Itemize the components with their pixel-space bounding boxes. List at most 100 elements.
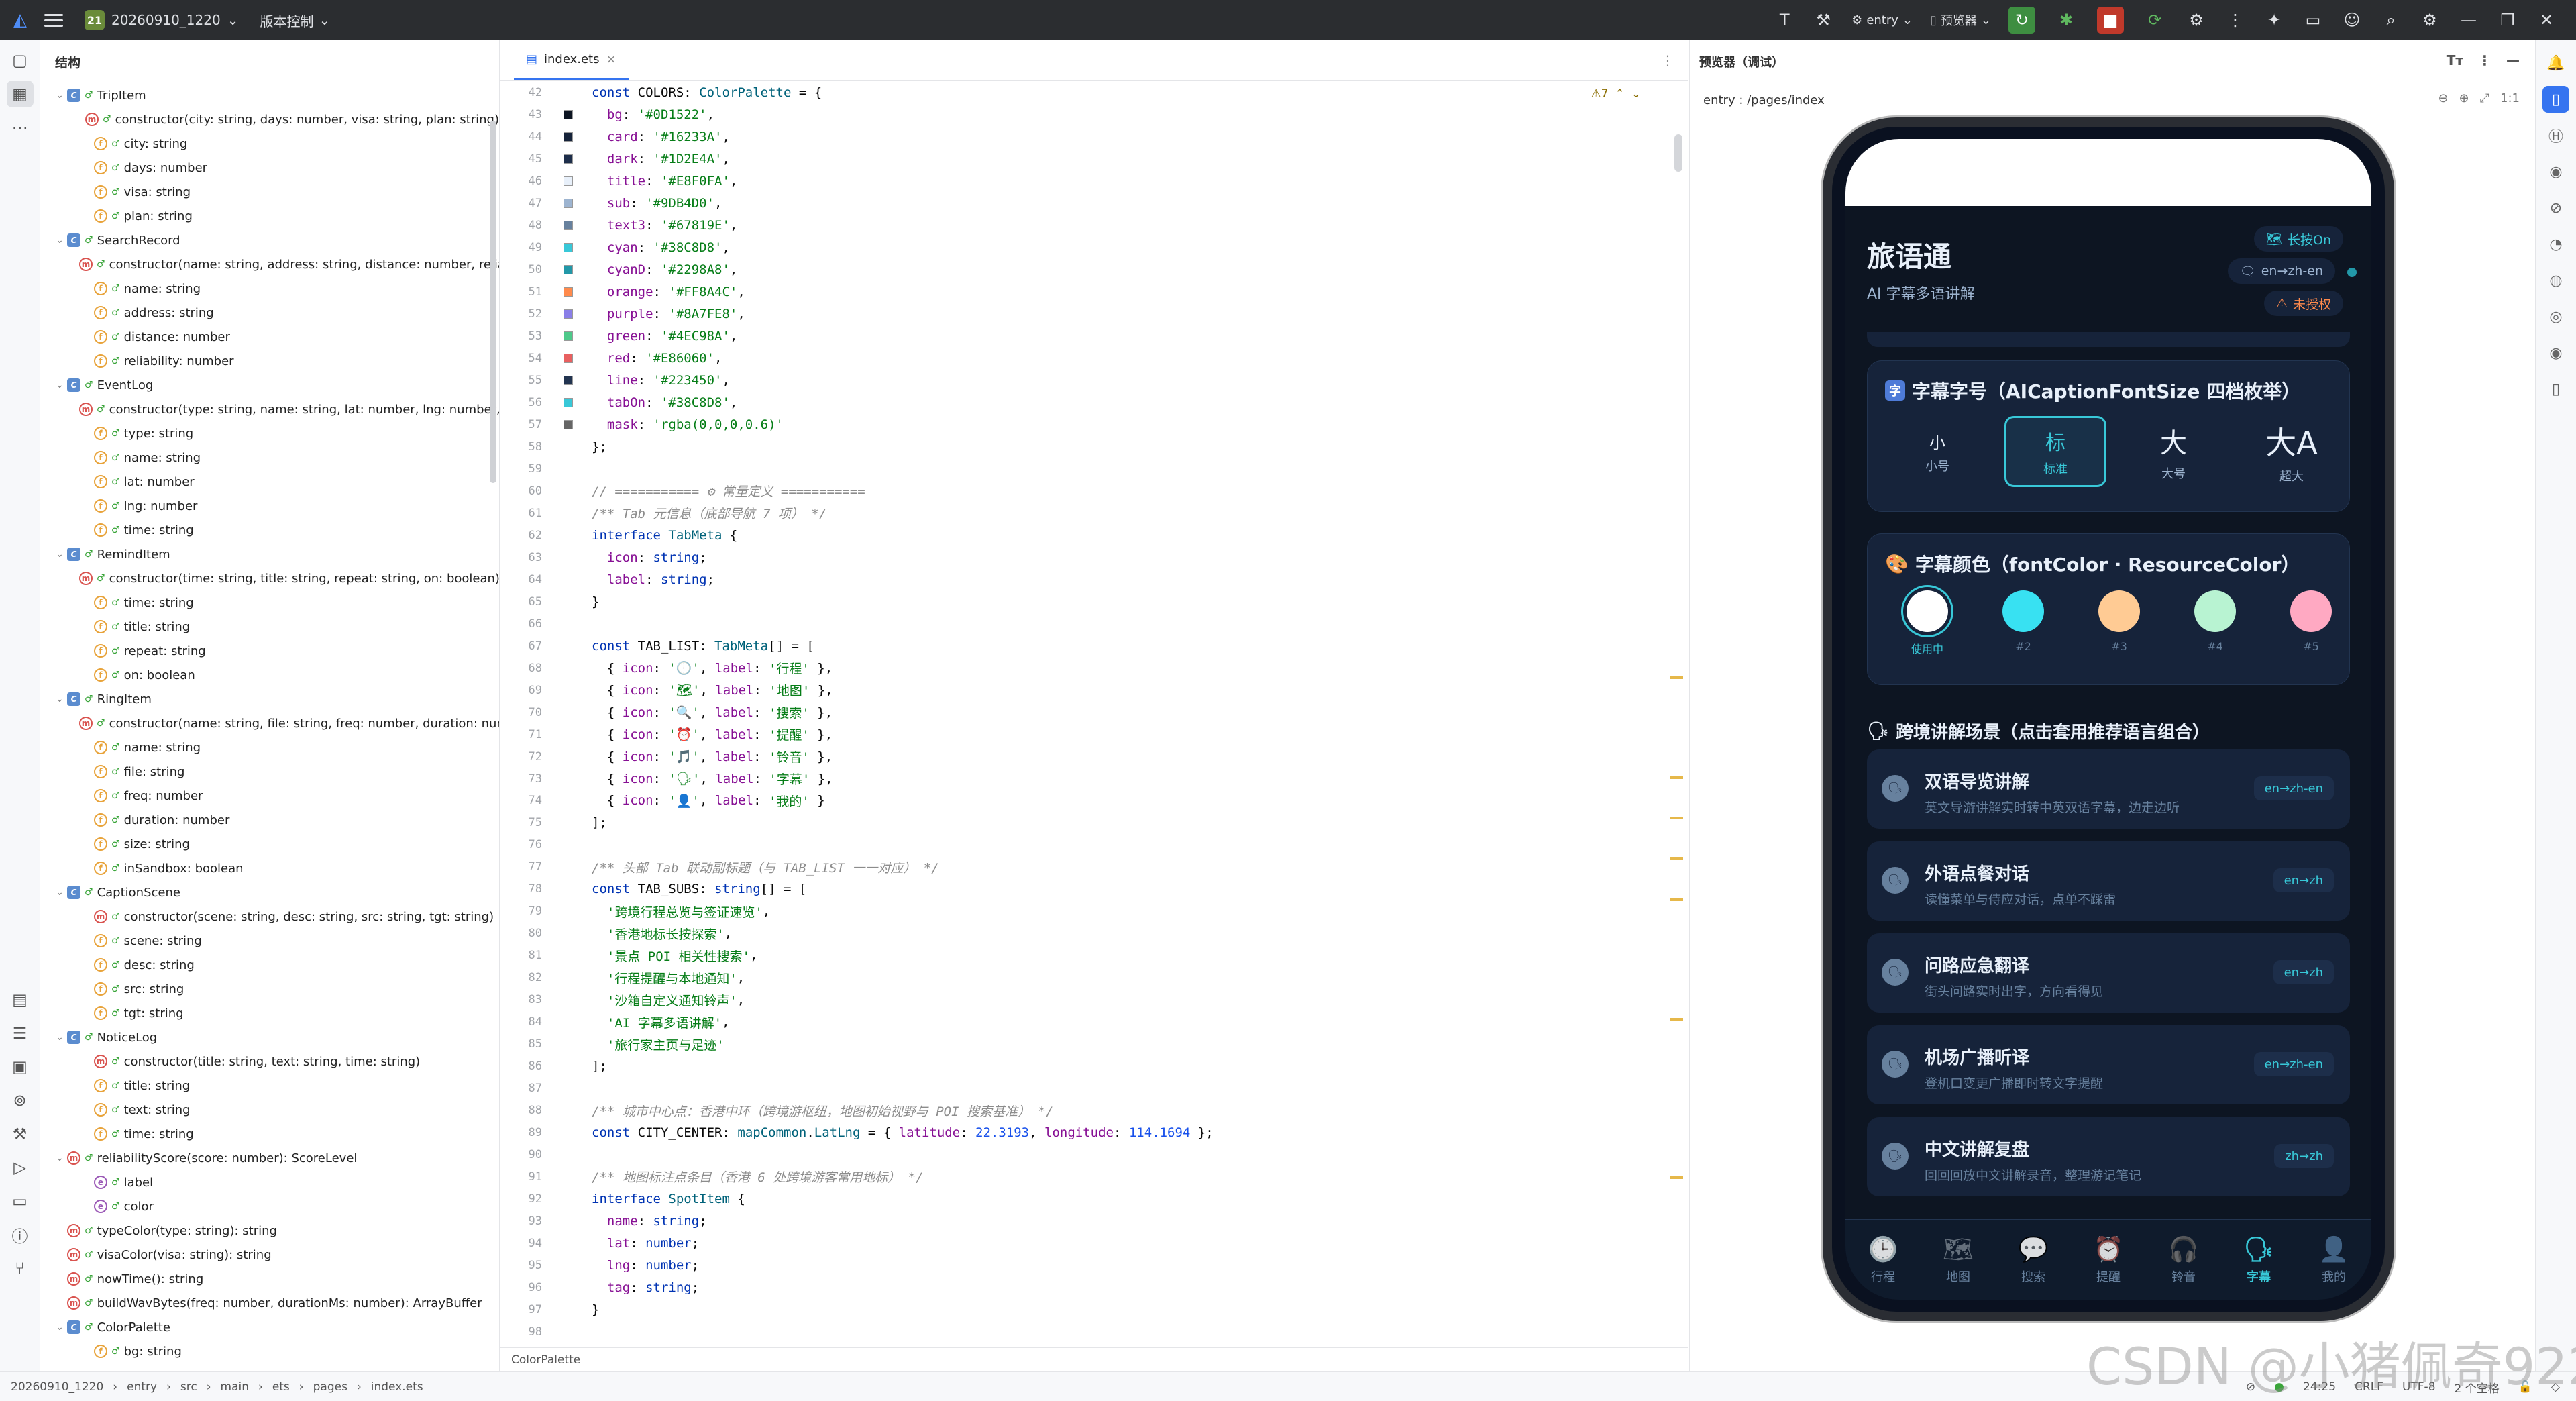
- code-line[interactable]: 42 const COLORS: ColorPalette = {: [500, 82, 1688, 104]
- gradle-icon[interactable]: ◔: [2542, 231, 2569, 258]
- code-line[interactable]: 93 name: string;: [500, 1210, 1688, 1232]
- stop-button[interactable]: ■: [2097, 7, 2124, 34]
- gear-icon[interactable]: ⚙: [2419, 11, 2440, 30]
- code-line[interactable]: 81 '景点 POI 相关性搜索',: [500, 945, 1688, 967]
- layers-icon[interactable]: ☰: [7, 1020, 34, 1047]
- code-line[interactable]: 54 red: '#E86060',: [500, 348, 1688, 370]
- color-swatch-icon[interactable]: [564, 420, 573, 430]
- nav-item-4[interactable]: 🎧 铃音: [2146, 1220, 2221, 1300]
- tree-row[interactable]: f ♂ plan: string: [40, 204, 499, 228]
- code-line[interactable]: 70 { icon: '🔍', label: '搜索' },: [500, 701, 1688, 723]
- color-swatch-icon[interactable]: [564, 331, 573, 342]
- code-line[interactable]: 46 title: '#E8F0FA',: [500, 170, 1688, 193]
- code-line[interactable]: 77 /** 头部 Tab 联动副标题（与 TAB_LIST 一一对应） */: [500, 856, 1688, 878]
- chevron-icon[interactable]: ⌄: [52, 549, 67, 560]
- code-line[interactable]: 69 { icon: '🗺', label: '地图' },: [500, 679, 1688, 701]
- hammer-icon[interactable]: ⚒: [1813, 11, 1834, 30]
- code-line[interactable]: 76: [500, 834, 1688, 856]
- account-icon[interactable]: ☺: [2341, 11, 2363, 30]
- language-pill[interactable]: 🗨 en→zh-en: [2227, 258, 2335, 284]
- tree-row[interactable]: f ♂ address: string: [40, 301, 499, 325]
- code-line[interactable]: 97}: [500, 1298, 1688, 1320]
- code-line[interactable]: 94 lat: number;: [500, 1232, 1688, 1254]
- tree-row[interactable]: m ♂ constructor(time: string, title: strin…: [40, 566, 499, 590]
- status-crumb[interactable]: entry: [127, 1380, 157, 1394]
- tree-row[interactable]: e ♂ label: [40, 1170, 499, 1194]
- minimize-icon[interactable]: —: [2458, 11, 2479, 30]
- more-icon[interactable]: ⋮: [2478, 52, 2491, 68]
- code-area[interactable]: 42 const COLORS: ColorPalette = {43 bg: '…: [500, 82, 1688, 1343]
- tree-row[interactable]: f ♂ time: string: [40, 590, 499, 615]
- color-swatch-icon[interactable]: [564, 398, 573, 408]
- editor-scrollbar[interactable]: [1674, 134, 1682, 172]
- auth-pill[interactable]: ⚠ 未授权: [2263, 291, 2343, 316]
- color-swatch-icon[interactable]: [564, 265, 573, 275]
- code-line[interactable]: 60 // =========== ⚙ 常量定义 ===========: [500, 480, 1688, 502]
- code-line[interactable]: 65}: [500, 590, 1688, 613]
- scene-item[interactable]: 🗣 中文讲解复盘 回回回放中文讲解录音，整理游记笔记 zh→zh: [1867, 1117, 2350, 1196]
- color-swatch-icon[interactable]: [564, 221, 573, 231]
- tree-row[interactable]: f ♂ inSandbox: boolean: [40, 856, 499, 880]
- color-swatch-3[interactable]: [2194, 590, 2236, 632]
- code-line[interactable]: 84 'AI 字幕多语讲解',: [500, 1011, 1688, 1033]
- code-line[interactable]: 64 label: string;: [500, 568, 1688, 590]
- tree-row[interactable]: f ♂ desc: string: [40, 953, 499, 977]
- device-file-icon[interactable]: ⊘: [2542, 195, 2569, 221]
- chevron-icon[interactable]: ⌄: [52, 1032, 67, 1043]
- code-line[interactable]: 59: [500, 458, 1688, 480]
- code-line[interactable]: 62 interface TabMeta {: [500, 524, 1688, 546]
- code-line[interactable]: 78 const TAB_SUBS: string[] = [: [500, 878, 1688, 900]
- debug-icon[interactable]: ✱: [2053, 7, 2080, 34]
- chevron-icon[interactable]: ⌄: [52, 694, 67, 705]
- code-line[interactable]: 83 '沙箱自定义通知铃声',: [500, 989, 1688, 1011]
- tree-row[interactable]: f ♂ days: number: [40, 156, 499, 180]
- tree-row[interactable]: m ♂ constructor(scene: string, desc: strin…: [40, 904, 499, 929]
- build-icon[interactable]: ⚒: [7, 1121, 34, 1147]
- color-swatch-icon[interactable]: [564, 176, 573, 187]
- restore-icon[interactable]: ❐: [2497, 11, 2518, 30]
- color-swatch-icon[interactable]: [564, 132, 573, 142]
- color-swatch-4[interactable]: [2290, 590, 2332, 632]
- font-size-option-3[interactable]: 大A 超大: [2241, 416, 2343, 487]
- code-line[interactable]: 91 /** 地图标注点条目（香港 6 处跨境游客常用地标） */: [500, 1165, 1688, 1188]
- tree-row[interactable]: f ♂ time: string: [40, 518, 499, 542]
- code-line[interactable]: 55 line: '#223450',: [500, 370, 1688, 392]
- harmony-icon[interactable]: Ⓗ: [2542, 122, 2569, 149]
- tree-row[interactable]: f ♂ reliability: number: [40, 349, 499, 373]
- code-line[interactable]: 48 text3: '#67819E',: [500, 215, 1688, 237]
- code-line[interactable]: 82 '行程提醒与本地通知',: [500, 967, 1688, 989]
- tree-row[interactable]: ⌄ C ♂ SearchRecord: [40, 228, 499, 252]
- project-view-icon[interactable]: ▢: [7, 47, 34, 74]
- change-marker[interactable]: [1670, 1018, 1683, 1021]
- tree-row[interactable]: ⌄ C ♂ NoticeLog: [40, 1025, 499, 1049]
- code-line[interactable]: 43 bg: '#0D1522',: [500, 104, 1688, 126]
- database-icon[interactable]: ◍: [2542, 267, 2569, 294]
- tree-row[interactable]: m ♂ constructor(type: string, name: string…: [40, 397, 499, 421]
- color-swatch-icon[interactable]: [564, 243, 573, 253]
- code-line[interactable]: 44 card: '#16233A',: [500, 126, 1688, 148]
- profiler-icon[interactable]: ⚙: [2186, 11, 2207, 30]
- tree-row[interactable]: f ♂ freq: number: [40, 784, 499, 808]
- code-line[interactable]: 92 interface SpotItem {: [500, 1188, 1688, 1210]
- tree-row[interactable]: m ♂ constructor(name: string, file: string…: [40, 711, 499, 735]
- nav-item-0[interactable]: 🕒 行程: [1845, 1220, 1921, 1300]
- tree-row[interactable]: f ♂ text: string: [40, 1098, 499, 1122]
- change-marker[interactable]: [1670, 898, 1683, 901]
- font-size-option-2[interactable]: 大大号: [2123, 416, 2224, 487]
- code-line[interactable]: 58};: [500, 436, 1688, 458]
- tree-row[interactable]: f ♂ tgt: string: [40, 1001, 499, 1025]
- code-line[interactable]: 98: [500, 1320, 1688, 1343]
- tree-row[interactable]: f ♂ distance: number: [40, 325, 499, 349]
- chevron-icon[interactable]: ⌄: [52, 1153, 67, 1163]
- color-swatch-2[interactable]: [2098, 590, 2140, 632]
- run-panel-icon[interactable]: ▷: [7, 1154, 34, 1181]
- code-line[interactable]: 50 cyanD: '#2298A8',: [500, 259, 1688, 281]
- breadcrumb-item[interactable]: ColorPalette: [511, 1353, 580, 1367]
- structure-view-icon[interactable]: ▦: [6, 81, 34, 107]
- code-line[interactable]: 45 dark: '#1D2E4A',: [500, 148, 1688, 170]
- project-selector[interactable]: 21 20260910_1220 ⌄: [78, 7, 245, 33]
- notifications-icon[interactable]: 🔔: [2542, 50, 2569, 76]
- assistant-icon[interactable]: ◉: [2542, 158, 2569, 185]
- tree-row[interactable]: ⌄ C ♂ RingItem: [40, 687, 499, 711]
- tree-row[interactable]: m ♂ constructor(title: string, text: strin…: [40, 1049, 499, 1074]
